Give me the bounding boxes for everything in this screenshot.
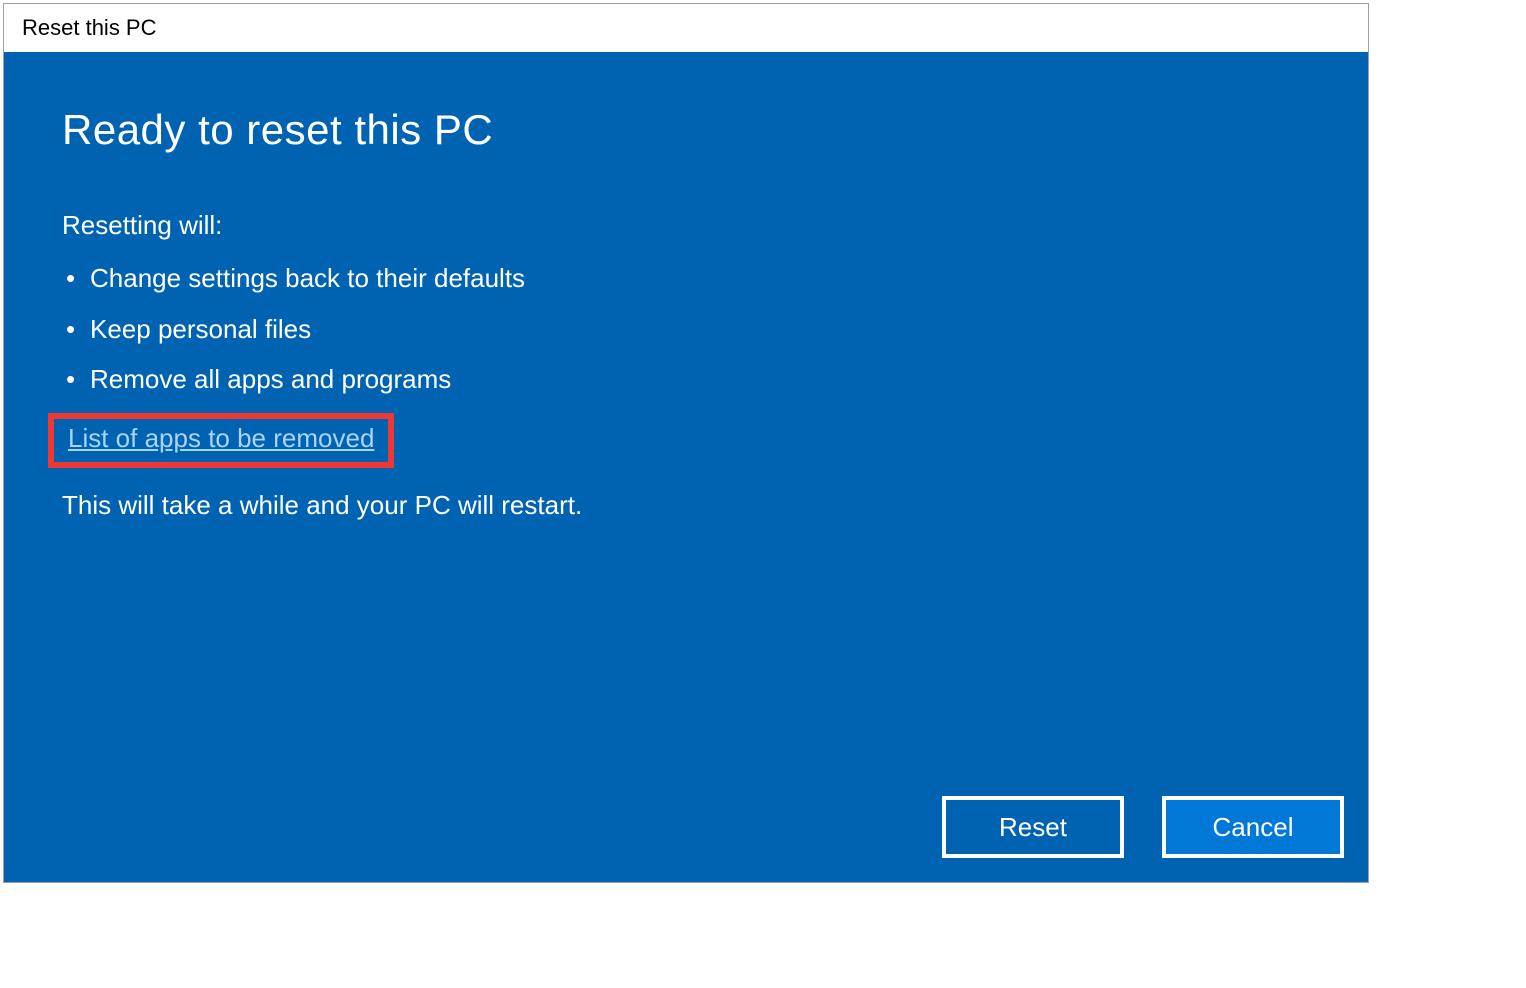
list-item: Keep personal files bbox=[62, 304, 1310, 355]
reset-button[interactable]: Reset bbox=[942, 796, 1124, 858]
window-title: Reset this PC bbox=[22, 15, 157, 41]
list-item: Remove all apps and programs bbox=[62, 354, 1310, 405]
dialog-button-bar: Reset Cancel bbox=[942, 796, 1344, 858]
resetting-will-label: Resetting will: bbox=[62, 210, 1310, 241]
page-heading: Ready to reset this PC bbox=[62, 106, 1310, 154]
reset-pc-dialog: Reset this PC Ready to reset this PC Res… bbox=[3, 3, 1369, 883]
list-item: Change settings back to their defaults bbox=[62, 253, 1310, 304]
highlighted-link-box: List of apps to be removed bbox=[48, 413, 394, 468]
list-of-apps-link[interactable]: List of apps to be removed bbox=[68, 423, 374, 453]
reset-actions-list: Change settings back to their defaults K… bbox=[62, 253, 1310, 405]
dialog-content: Ready to reset this PC Resetting will: C… bbox=[4, 52, 1368, 882]
cancel-button[interactable]: Cancel bbox=[1162, 796, 1344, 858]
restart-note: This will take a while and your PC will … bbox=[62, 490, 1310, 521]
titlebar: Reset this PC bbox=[4, 4, 1368, 52]
